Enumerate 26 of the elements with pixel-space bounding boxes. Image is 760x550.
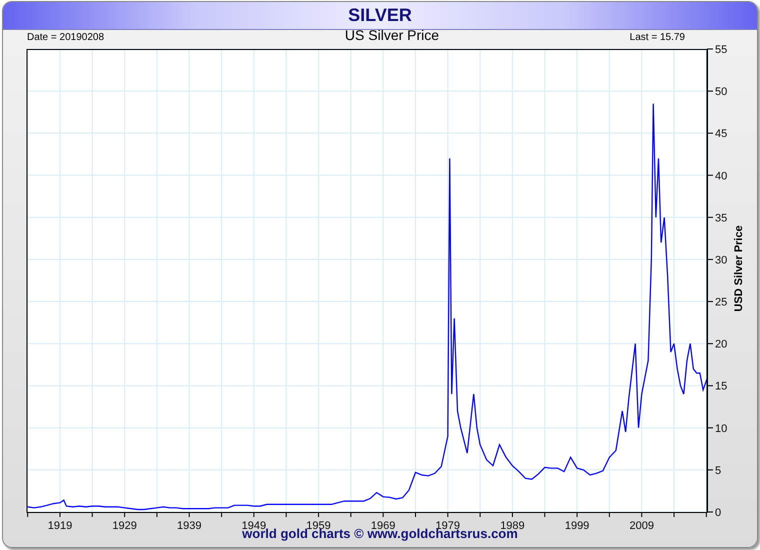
tick-label: 1989 [500,520,525,531]
tick-label: 1969 [370,520,396,531]
date-label: Date = 20190208 [27,32,106,43]
tick-label: 1979 [436,520,460,531]
tick-label: 45 [715,128,728,140]
tick-label: 1999 [564,520,590,531]
header-title: SILVER [348,5,412,26]
tick-label: 35 [715,212,728,224]
last-label: Last = 15.79 [628,32,686,43]
tick-label: 55 [715,44,728,56]
tick-label: 50 [715,86,728,98]
tick-label: 15 [715,380,728,393]
chart-title: US Silver Price [344,27,440,43]
tick-label: 10 [715,422,728,435]
tick-label: 5 [715,464,722,477]
tick-label: 2009 [629,520,654,531]
tick-label: 1939 [177,520,202,531]
tick-label: 1949 [242,520,266,531]
axis-title: USD Silver Price [733,225,745,312]
tick-label: 25 [715,296,728,309]
tick-label: 1929 [112,520,137,531]
tick-label: 1919 [48,520,72,531]
tick-label: 40 [715,170,728,182]
tick-label: 30 [715,254,728,266]
tick-label: 20 [715,338,728,351]
tick-label: 0 [715,507,722,519]
